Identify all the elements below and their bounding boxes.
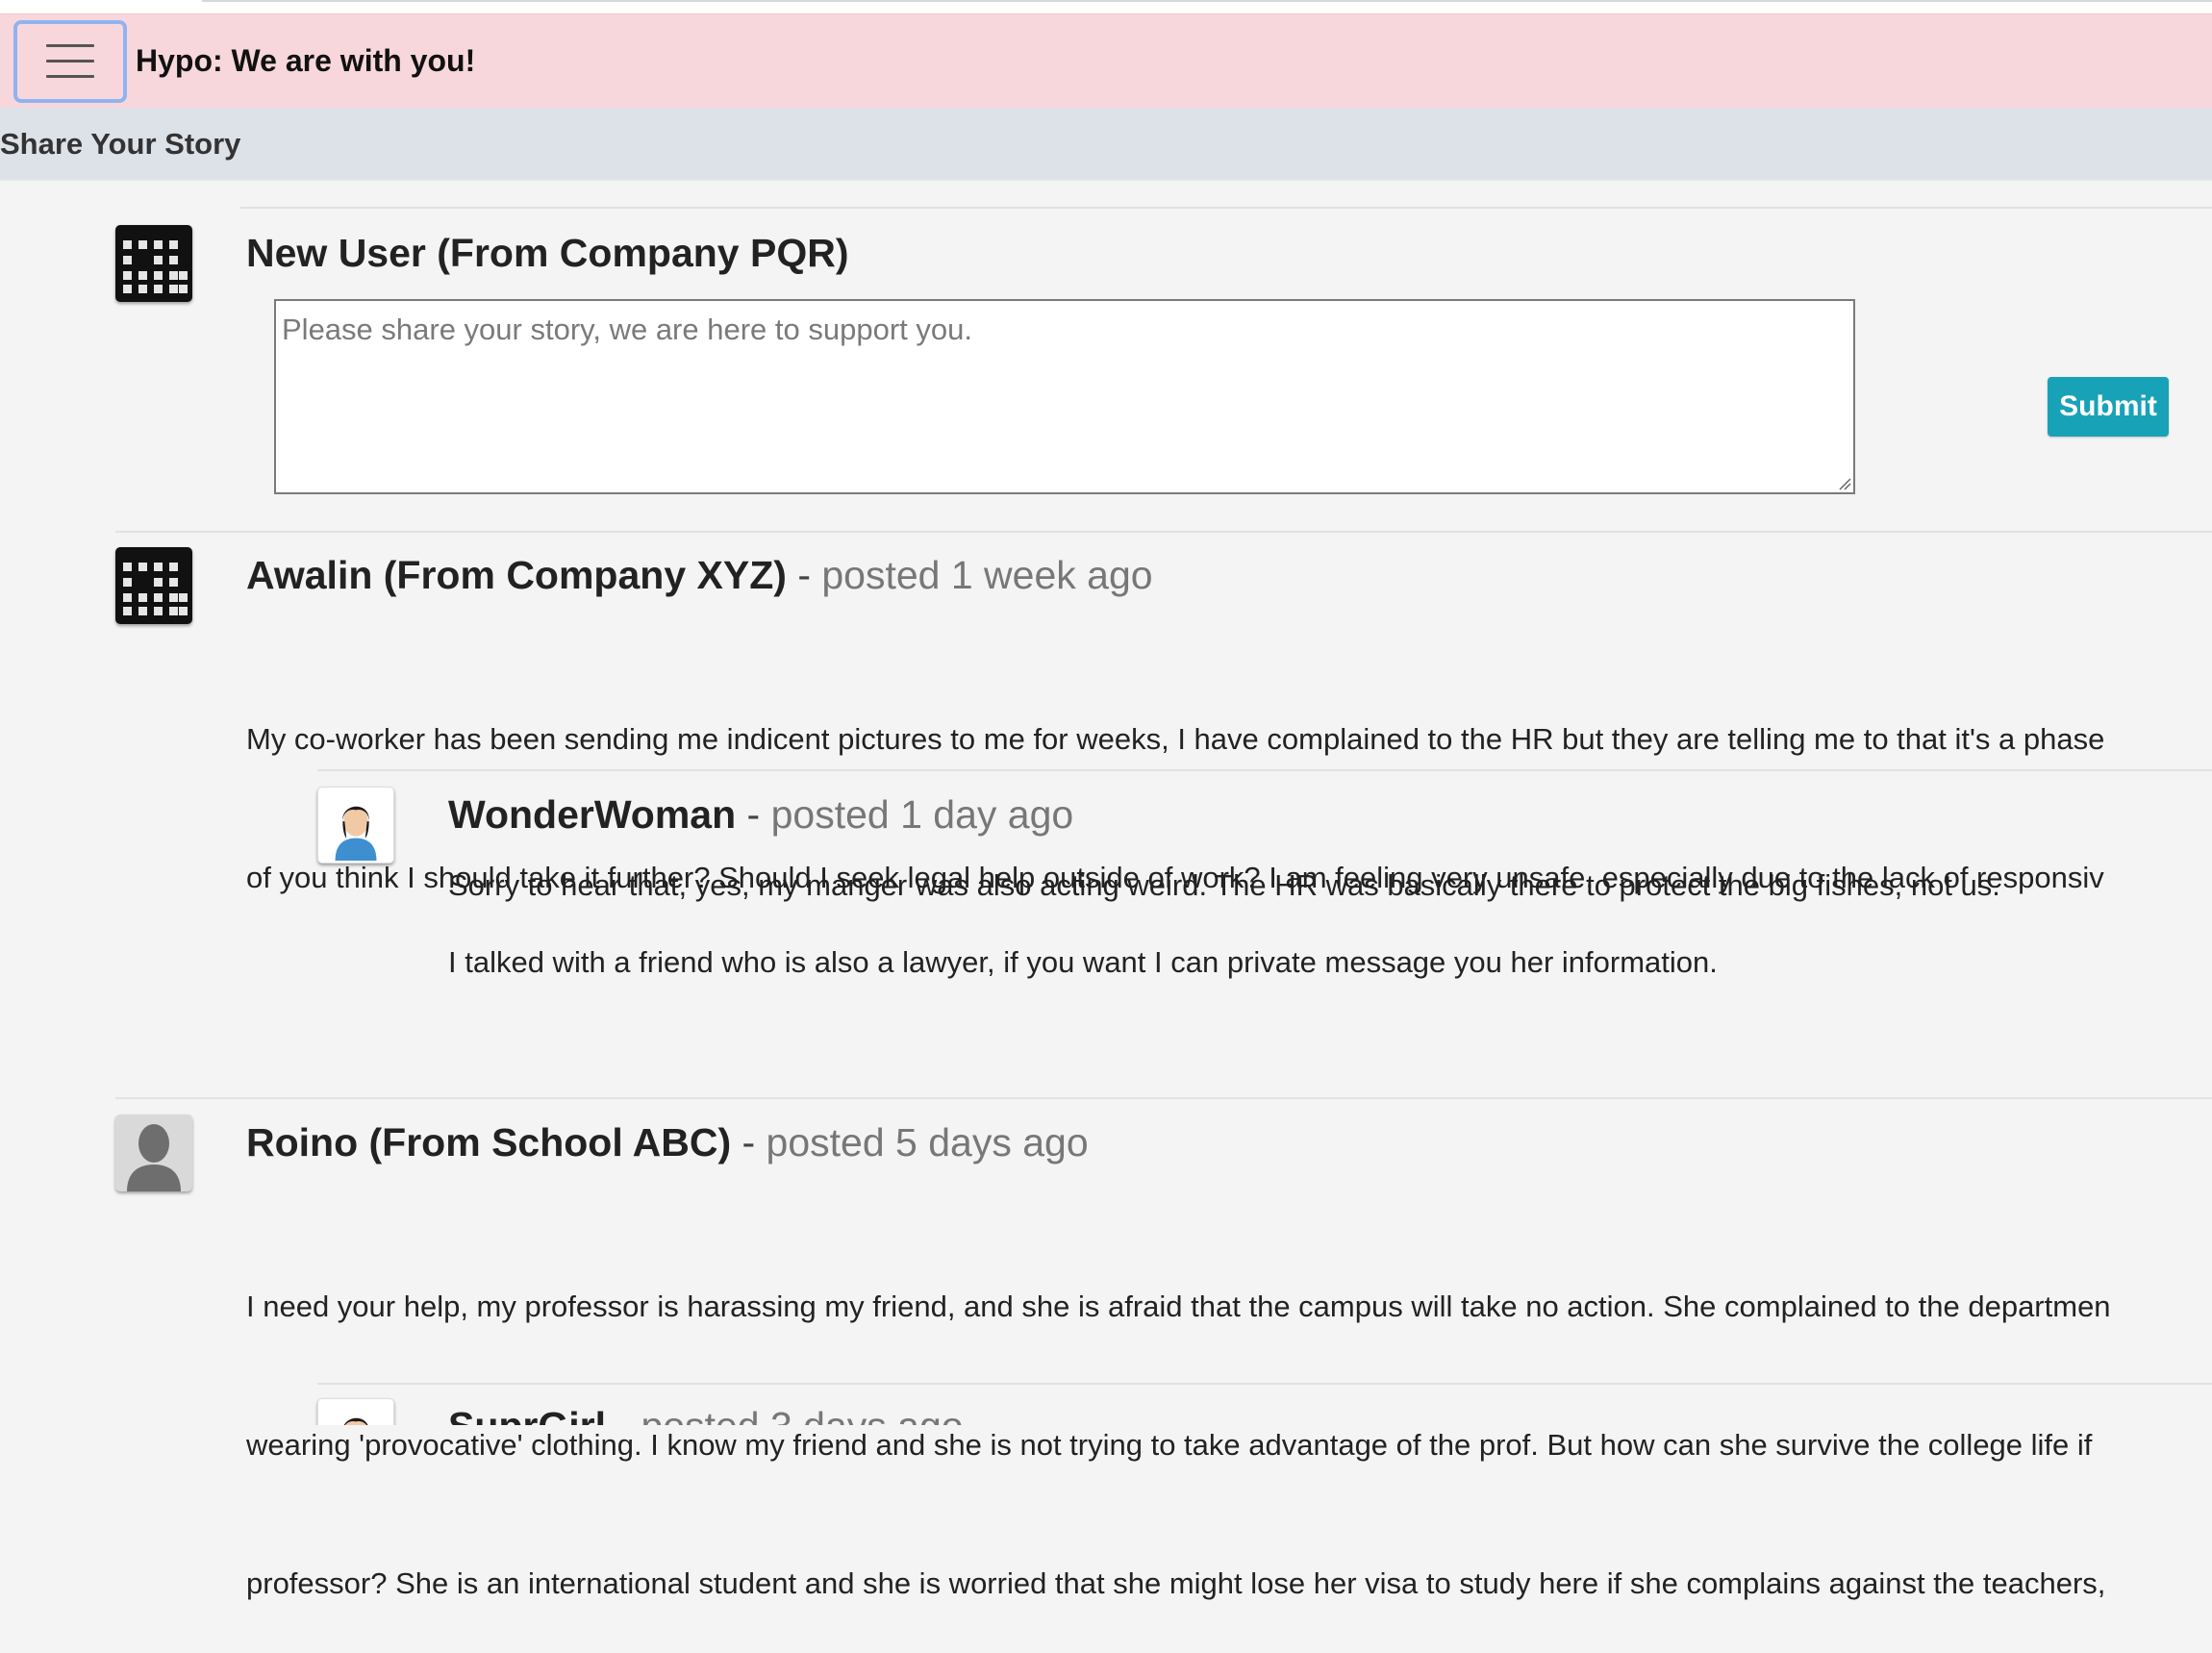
reply-author[interactable]: SuprGirl (448, 1404, 606, 1425)
partial-reply: SuprGirl - posted 3 days ago (0, 1385, 2212, 1425)
browser-edge (0, 0, 2212, 13)
divider (115, 531, 2212, 533)
pixel-grid-avatar (115, 547, 192, 624)
reply-timestamp: posted 1 day ago (770, 792, 1074, 837)
divider (0, 179, 2212, 181)
browser-edge-line (202, 0, 2212, 2)
reply-header: SuprGirl - posted 3 days ago (448, 1404, 964, 1425)
brand-title: Hypo: We are with you! (136, 43, 476, 78)
pixel-grid-avatar (115, 225, 192, 302)
woman-avatar-icon (344, 1417, 368, 1425)
story-input[interactable] (274, 299, 1855, 494)
reply-separator: - (606, 1404, 641, 1425)
divider (115, 1097, 2212, 1099)
post-body-line: I need your help, my professor is harass… (246, 1290, 2111, 1323)
woman-avatar (317, 787, 394, 864)
silhouette-avatar-icon (127, 1124, 181, 1191)
post-timestamp: posted 5 days ago (766, 1120, 1089, 1165)
divider (240, 207, 2212, 209)
hamburger-menu-icon (46, 44, 94, 79)
woman-avatar (317, 1398, 394, 1425)
reply-paragraph: Sorry to hear that, yes, my manger was a… (448, 868, 2000, 902)
submit-button[interactable]: Submit (2048, 377, 2169, 437)
post-body-line: My co-worker has been sending me indicen… (246, 722, 2105, 756)
post-separator: - (731, 1120, 767, 1165)
post-body-line: wearing 'provocative' clothing. I know m… (246, 1428, 2093, 1462)
post-body-line: professor? She is an international stude… (246, 1566, 2106, 1600)
reply-author[interactable]: WonderWoman (448, 792, 736, 837)
post-timestamp: posted 1 week ago (821, 553, 1153, 597)
hamburger-menu-button[interactable] (13, 20, 127, 103)
page-title: Share Your Story (0, 127, 241, 161)
reply-paragraph: I talked with a friend who is also a law… (448, 945, 1718, 979)
composer-author: New User (From Company PQR) (246, 231, 849, 275)
reply-timestamp: posted 3 days ago (641, 1404, 963, 1425)
subheader: Share Your Story (0, 108, 2212, 179)
silhouette-avatar (115, 1115, 192, 1191)
post-author[interactable]: Awalin (From Company XYZ) (246, 553, 787, 597)
post-header: Awalin (From Company XYZ) - posted 1 wee… (246, 553, 1153, 598)
navbar: Hypo: We are with you! (0, 13, 2212, 109)
post-author[interactable]: Roino (From School ABC) (246, 1120, 731, 1165)
reply-separator: - (736, 792, 771, 837)
divider (317, 769, 2212, 771)
post-header: Roino (From School ABC) - posted 5 days … (246, 1120, 1089, 1165)
resize-grip-icon[interactable] (1838, 477, 1851, 490)
woman-avatar-icon (335, 806, 377, 862)
reply-header: WonderWoman - posted 1 day ago (448, 792, 1073, 838)
post-separator: - (786, 553, 822, 597)
